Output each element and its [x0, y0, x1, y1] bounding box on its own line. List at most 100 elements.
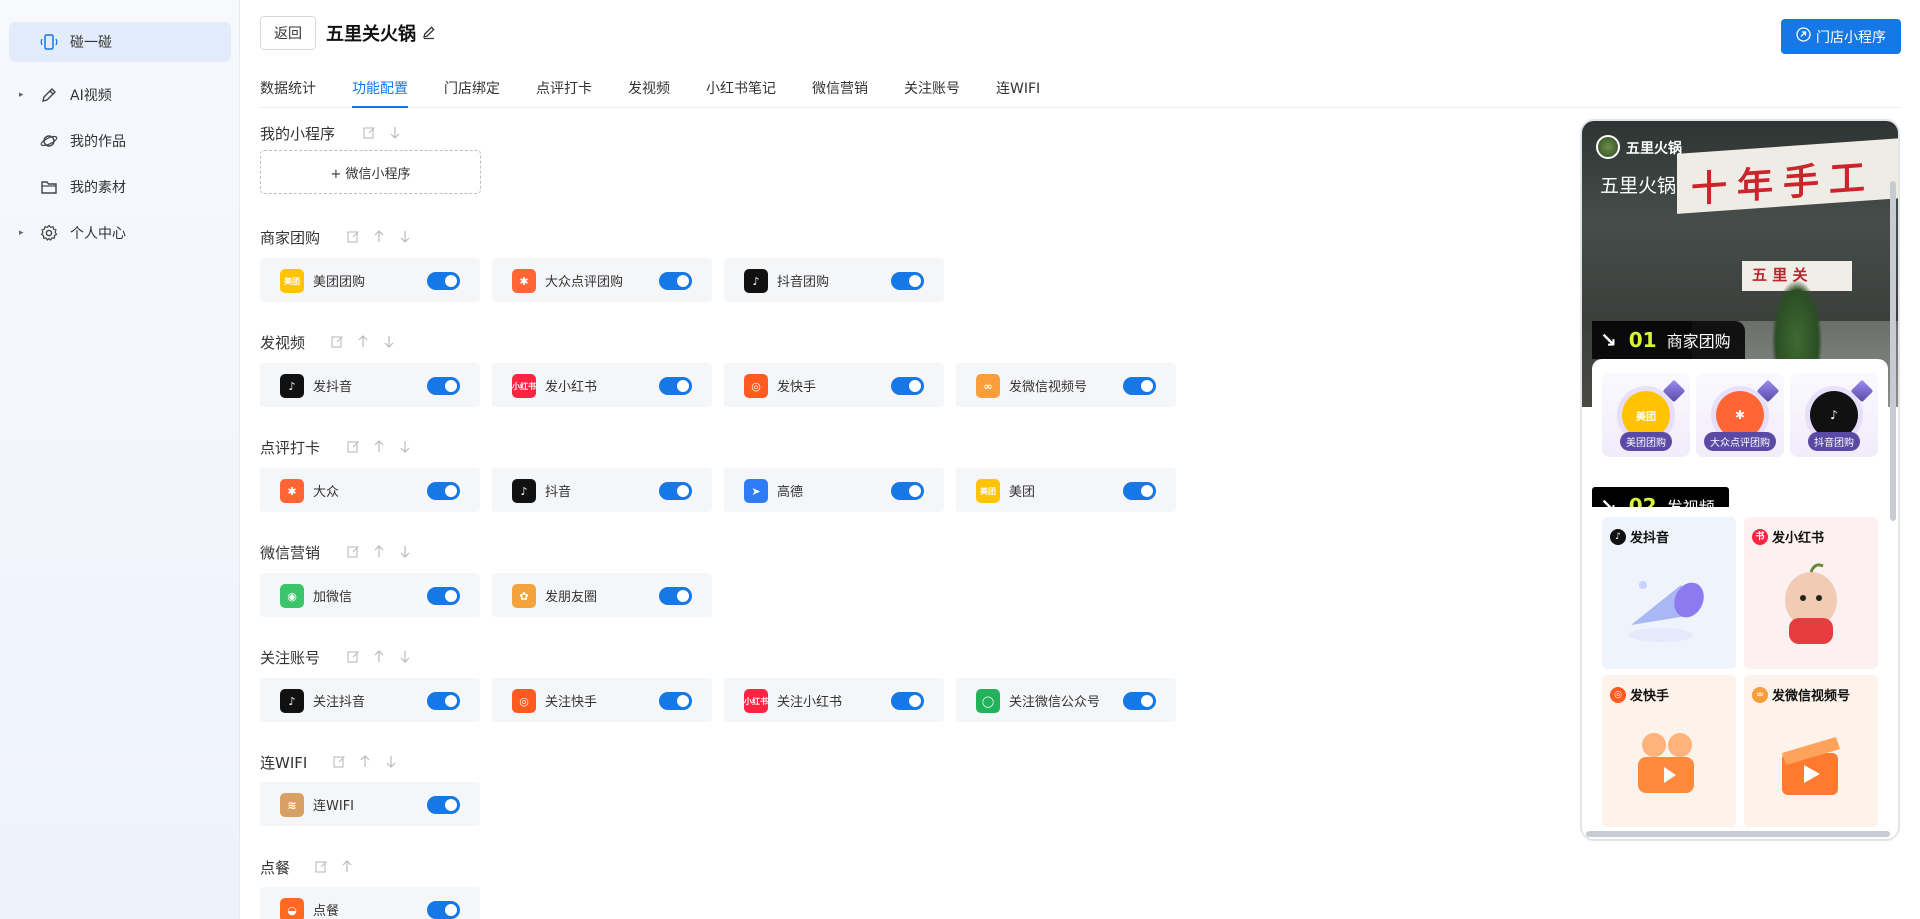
feature-card[interactable]: ◎ 发快手: [724, 363, 944, 407]
feature-card[interactable]: ✱ 大众: [260, 468, 480, 512]
feature-card[interactable]: 美团 美团: [956, 468, 1176, 512]
feature-card[interactable]: ◎ 关注快手: [492, 678, 712, 722]
feature-toggle[interactable]: [891, 692, 924, 710]
feature-toggle[interactable]: [427, 901, 460, 919]
sidebar-item-personal-center[interactable]: ▸ 个人中心: [9, 213, 231, 253]
feature-card[interactable]: ♪ 抖音: [492, 468, 712, 512]
preview-group-item[interactable]: ♪ 抖音团购: [1790, 373, 1878, 457]
back-button[interactable]: 返回: [260, 16, 316, 50]
feature-card[interactable]: ♪ 抖音团购: [724, 258, 944, 302]
edit-icon[interactable]: [362, 125, 376, 139]
arrow-up-icon[interactable]: [372, 649, 386, 663]
feature-card-label: 发微信视频号: [1009, 380, 1088, 395]
tab-review-checkin[interactable]: 点评打卡: [536, 78, 592, 98]
edit-icon[interactable]: [346, 439, 360, 453]
tab-wechat-marketing[interactable]: 微信营销: [812, 78, 868, 98]
tab-wifi[interactable]: 连WIFI: [996, 78, 1040, 98]
tab-feature-config[interactable]: 功能配置: [352, 78, 408, 108]
arrow-up-icon[interactable]: [340, 859, 354, 873]
feature-toggle[interactable]: [659, 482, 692, 500]
arrow-up-icon[interactable]: [372, 544, 386, 558]
feature-card[interactable]: ◯ 关注微信公众号: [956, 678, 1176, 722]
preview-horizontal-scrollbar[interactable]: [1586, 831, 1890, 837]
arrow-up-icon[interactable]: [358, 754, 372, 768]
feature-card[interactable]: ➤ 高德: [724, 468, 944, 512]
edit-icon[interactable]: [346, 229, 360, 243]
feature-card-label: 发小红书: [545, 380, 598, 395]
section-title-wechat: 微信营销: [260, 544, 321, 562]
sidebar-item-ai-video[interactable]: ▸ AI视频: [9, 75, 231, 115]
feature-toggle[interactable]: [659, 692, 692, 710]
sidebar-item-pengyipeng[interactable]: 碰一碰: [9, 22, 231, 62]
section-tools: [346, 229, 412, 243]
feature-toggle[interactable]: [891, 482, 924, 500]
store-mini-program-button[interactable]: 门店小程序: [1781, 19, 1901, 54]
arrow-down-right-icon: ↘: [1600, 328, 1617, 352]
feature-card[interactable]: ✱ 大众点评团购: [492, 258, 712, 302]
arrow-down-icon[interactable]: [398, 229, 412, 243]
feature-card[interactable]: ♪ 发抖音: [260, 363, 480, 407]
feature-card[interactable]: ✿ 发朋友圈: [492, 573, 712, 617]
arrow-up-icon[interactable]: [356, 334, 370, 348]
feature-toggle[interactable]: [659, 587, 692, 605]
arrow-down-icon[interactable]: [398, 544, 412, 558]
add-wechat-mini-program-button[interactable]: + 微信小程序: [260, 150, 481, 194]
preview-video-item[interactable]: ∞ 发微信视频号: [1744, 675, 1878, 827]
sidebar-item-my-materials[interactable]: 我的素材: [9, 167, 231, 207]
tab-xiaohongshu-notes[interactable]: 小红书笔记: [706, 78, 776, 98]
arrow-down-icon[interactable]: [398, 439, 412, 453]
feature-toggle[interactable]: [427, 377, 460, 395]
feature-card[interactable]: 小红书 关注小红书: [724, 678, 944, 722]
edit-icon[interactable]: [332, 754, 346, 768]
feature-card[interactable]: 美团 美团团购: [260, 258, 480, 302]
arrow-up-icon[interactable]: [372, 439, 386, 453]
edit-icon[interactable]: [330, 334, 344, 348]
feature-toggle[interactable]: [427, 692, 460, 710]
feature-toggle[interactable]: [659, 272, 692, 290]
tab-store-binding[interactable]: 门店绑定: [444, 78, 500, 98]
edit-title-icon[interactable]: [421, 24, 437, 40]
feature-toggle[interactable]: [427, 796, 460, 814]
arrow-down-icon[interactable]: [384, 754, 398, 768]
feature-toggle[interactable]: [659, 377, 692, 395]
preview-video-item[interactable]: ◎ 发快手: [1602, 675, 1736, 827]
feature-card[interactable]: ∞ 发微信视频号: [956, 363, 1176, 407]
tab-bar: 数据统计 功能配置 门店绑定 点评打卡 发视频 小红书笔记 微信营销 关注账号 …: [260, 70, 1900, 108]
edit-icon[interactable]: [346, 544, 360, 558]
section-title-wifi: 连WIFI: [260, 754, 308, 772]
feature-toggle[interactable]: [891, 377, 924, 395]
feature-toggle[interactable]: [427, 272, 460, 290]
section-title-order: 点餐: [260, 859, 291, 877]
edit-icon[interactable]: [314, 859, 328, 873]
wifi-icon: ≋: [280, 793, 304, 817]
feature-toggle[interactable]: [427, 587, 460, 605]
feature-card[interactable]: ♪ 关注抖音: [260, 678, 480, 722]
feature-card[interactable]: ≋ 连WIFI: [260, 782, 480, 826]
feature-toggle[interactable]: [427, 482, 460, 500]
arrow-up-icon[interactable]: [372, 229, 386, 243]
sidebar-item-my-works[interactable]: 我的作品: [9, 121, 231, 161]
tab-follow-accounts[interactable]: 关注账号: [904, 78, 960, 98]
feature-toggle[interactable]: [1123, 692, 1156, 710]
preview-group-item[interactable]: 美团 美团团购: [1602, 373, 1690, 457]
feature-toggle[interactable]: [1123, 377, 1156, 395]
feature-toggle[interactable]: [891, 272, 924, 290]
feature-card[interactable]: 小红书 发小红书: [492, 363, 712, 407]
arrow-down-icon[interactable]: [382, 334, 396, 348]
tab-data-stats[interactable]: 数据统计: [260, 78, 316, 98]
preview-scrollbar[interactable]: [1890, 181, 1896, 521]
preview-group-item[interactable]: ✱ 大众点评团购: [1696, 373, 1784, 457]
preview-group-label: 美团团购: [1620, 432, 1672, 451]
edit-icon[interactable]: [346, 649, 360, 663]
arrow-down-icon[interactable]: [388, 125, 402, 139]
feature-card[interactable]: ◉ 加微信: [260, 573, 480, 617]
feature-card[interactable]: ◒ 点餐: [260, 887, 480, 919]
preview-video-item[interactable]: 书发小红书: [1744, 517, 1878, 669]
gem-icon: [1756, 379, 1780, 403]
preview-video-item[interactable]: ♪ 发抖音: [1602, 517, 1736, 669]
arrow-down-icon[interactable]: [398, 649, 412, 663]
kuaishou-icon: ◎: [512, 689, 536, 713]
feature-toggle[interactable]: [1123, 482, 1156, 500]
tab-post-video[interactable]: 发视频: [628, 78, 670, 98]
feature-card-label: 抖音团购: [777, 275, 830, 290]
